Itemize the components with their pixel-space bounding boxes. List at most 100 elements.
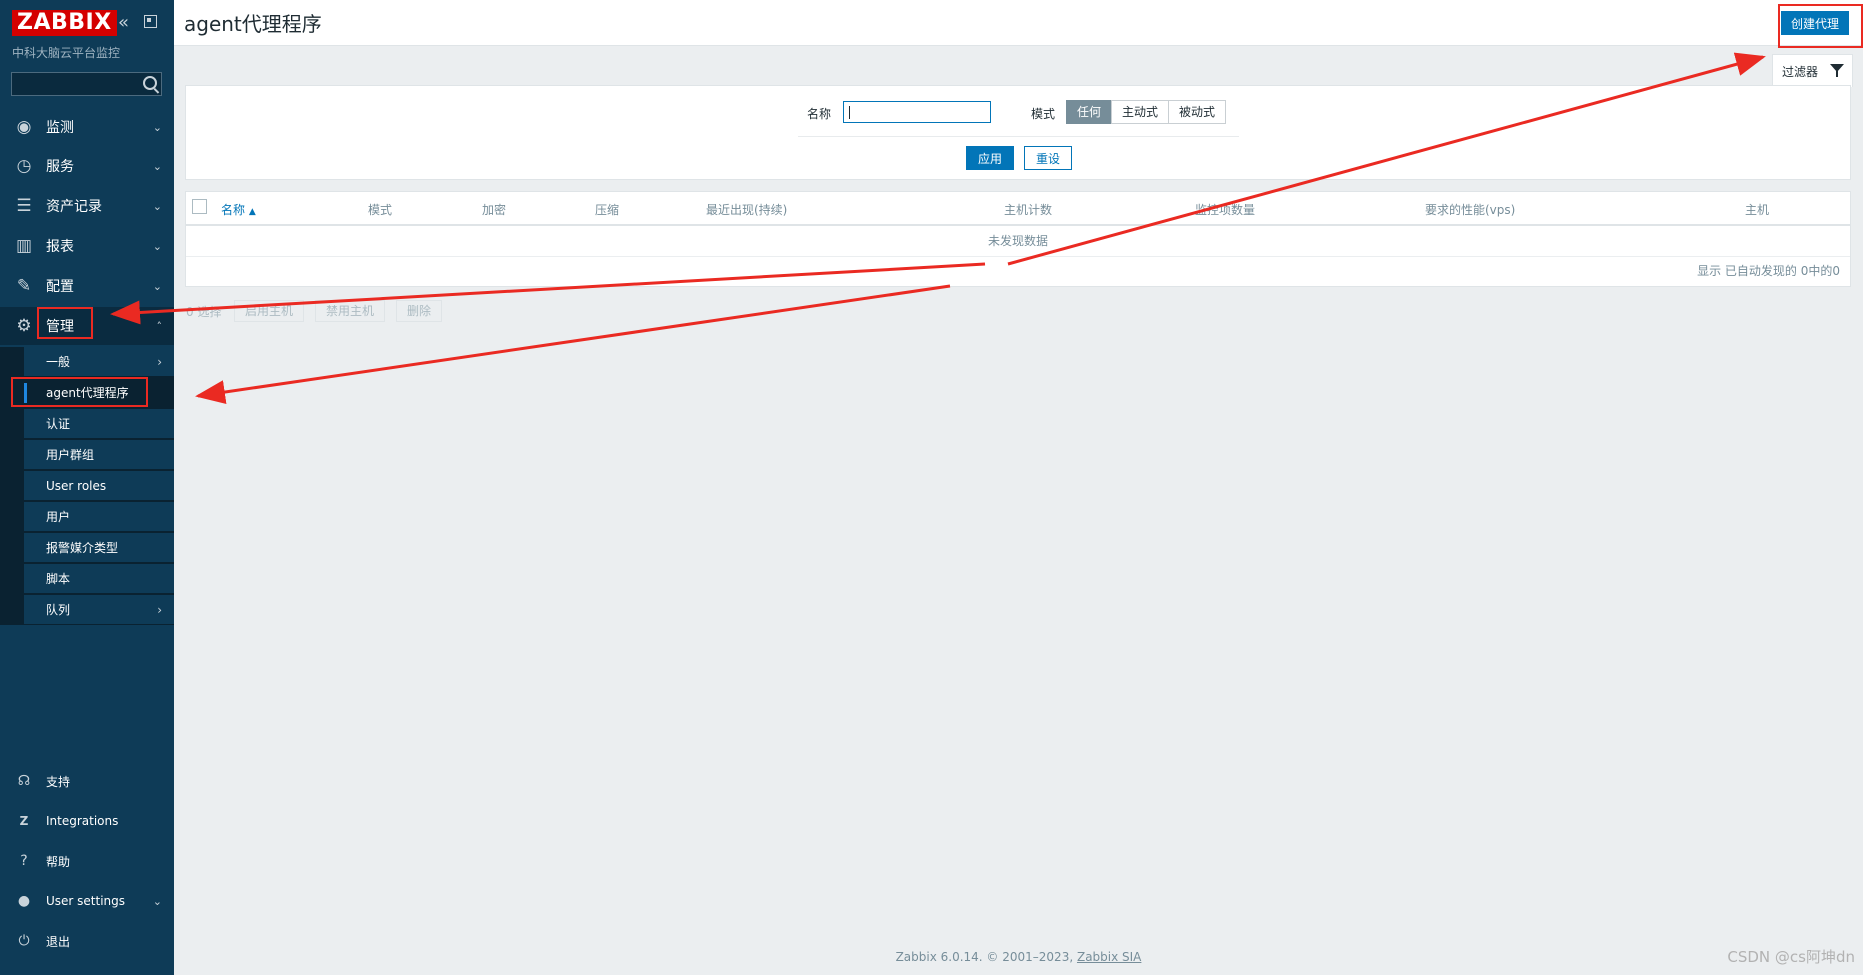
menu-item-user-settings[interactable]: ● User settings ⌄ <box>0 883 174 919</box>
enable-hosts-button[interactable]: 启用主机 <box>234 300 305 322</box>
gear-icon: ⚙ <box>16 316 32 336</box>
filter-divider <box>798 136 1239 137</box>
select-all-checkbox[interactable] <box>192 199 207 214</box>
submenu-item-proxies[interactable]: agent代理程序 <box>24 378 174 408</box>
page-footer: Zabbix 6.0.14. © 2001–2023, Zabbix SIA <box>174 950 1863 964</box>
submenu-item-user-roles[interactable]: User roles <box>24 471 174 501</box>
sidebar-search-input[interactable] <box>11 72 162 96</box>
menu-item-reports[interactable]: ▥ 报表 ⌄ <box>0 227 174 265</box>
column-header-last-seen: 最近出现(持续) <box>706 203 788 217</box>
submenu-item-general[interactable]: 一般 › <box>24 347 174 377</box>
proxy-table: 名称 ▲ 模式 加密 压缩 最近出现(持续) 主机计数 监控项数量 要求的性能(… <box>185 191 1851 287</box>
power-icon: ⏻ <box>18 933 30 949</box>
chevron-right-icon: › <box>157 355 162 369</box>
empty-table-message: 未发现数据 <box>186 226 1850 257</box>
logo-row: ZABBIX « <box>12 10 167 38</box>
delete-button[interactable]: 删除 <box>396 300 443 322</box>
eye-icon: ◉ <box>16 117 32 137</box>
filter-tab-label: 过滤器 <box>1782 65 1819 79</box>
table-summary: 显示 已自动发现的 0中的0 <box>1697 264 1840 278</box>
submenu-label: 报警媒介类型 <box>46 541 119 555</box>
footer-link[interactable]: Zabbix SIA <box>1077 950 1141 964</box>
list-icon: ☰ <box>16 196 32 216</box>
menu-label: 帮助 <box>46 854 71 869</box>
chevron-down-icon: ⌄ <box>152 279 162 293</box>
filter-panel: 名称 模式 任何 主动式 被动式 应用 重设 <box>185 85 1851 180</box>
menu-item-sign-out[interactable]: ⏻ 退出 <box>0 923 174 959</box>
page-header: agent代理程序 创建代理 <box>174 0 1863 46</box>
wrench-icon: ✎ <box>16 276 32 296</box>
mode-label: 模式 <box>1031 107 1056 121</box>
footer-text: Zabbix 6.0.14. © 2001–2023, <box>895 950 1077 964</box>
table-header: 名称 ▲ 模式 加密 压缩 最近出现(持续) 主机计数 监控项数量 要求的性能(… <box>186 192 1850 226</box>
submenu-item-scripts[interactable]: 脚本 <box>24 564 174 594</box>
submenu-item-queue[interactable]: 队列 › <box>24 595 174 625</box>
menu-label: 管理 <box>46 319 74 335</box>
menu-label: 配置 <box>46 279 74 295</box>
submenu-label: agent代理程序 <box>46 386 129 400</box>
mode-segmented-control: 任何 主动式 被动式 <box>1066 100 1227 124</box>
name-filter-input[interactable] <box>843 101 991 123</box>
administration-submenu: 一般 › agent代理程序 认证 用户群组 User roles 用户 报警媒介… <box>0 347 174 625</box>
mode-option-passive[interactable]: 被动式 <box>1168 100 1227 124</box>
submenu-item-media-types[interactable]: 报警媒介类型 <box>24 533 174 563</box>
sort-asc-icon: ▲ <box>248 207 256 217</box>
brand-subtitle: 中科大脑云平台监控 <box>12 46 121 60</box>
column-header-host-count: 主机计数 <box>1004 203 1053 217</box>
submenu-label: 一般 <box>46 355 71 369</box>
disable-hosts-button[interactable]: 禁用主机 <box>315 300 386 322</box>
user-icon: ● <box>17 893 31 909</box>
menu-item-services[interactable]: ◷ 服务 ⌄ <box>0 147 174 185</box>
menu-item-integrations[interactable]: Z Integrations <box>0 803 174 839</box>
bar-chart-icon: ▥ <box>15 236 33 256</box>
column-header-encryption: 加密 <box>482 203 507 217</box>
reset-button[interactable]: 重设 <box>1024 146 1072 170</box>
menu-label: 服务 <box>46 159 74 175</box>
column-header-name[interactable]: 名称 ▲ <box>221 201 256 218</box>
kiosk-mode-icon[interactable] <box>144 15 157 28</box>
watermark: CSDN @cs阿坤dn <box>1727 948 1855 966</box>
chevron-down-icon: ⌄ <box>152 239 162 253</box>
apply-button[interactable]: 应用 <box>966 146 1014 170</box>
menu-item-help[interactable]: ? 帮助 <box>0 843 174 879</box>
submenu-item-authentication[interactable]: 认证 <box>24 409 174 439</box>
submenu-item-users[interactable]: 用户 <box>24 502 174 532</box>
menu-item-inventory[interactable]: ☰ 资产记录 ⌄ <box>0 187 174 225</box>
submenu-label: 认证 <box>46 417 71 431</box>
submenu-label: 用户 <box>46 510 71 524</box>
menu-label: 退出 <box>46 934 71 949</box>
help-icon: ? <box>20 853 28 869</box>
mode-option-any[interactable]: 任何 <box>1066 100 1113 124</box>
menu-item-monitoring[interactable]: ◉ 监测 ⌄ <box>0 108 174 146</box>
page-title: agent代理程序 <box>184 12 322 36</box>
create-proxy-button[interactable]: 创建代理 <box>1781 11 1849 35</box>
menu-label: 资产记录 <box>46 199 102 215</box>
chevron-right-icon: › <box>157 603 162 617</box>
column-header-mode[interactable]: 模式 <box>368 201 392 218</box>
menu-label: 监测 <box>46 120 74 136</box>
menu-label: Integrations <box>46 814 119 828</box>
filter-tab[interactable]: 过滤器 <box>1772 54 1853 87</box>
name-label: 名称 <box>807 107 832 121</box>
menu-label: 报表 <box>46 239 74 255</box>
submenu-item-user-groups[interactable]: 用户群组 <box>24 440 174 470</box>
filter-icon <box>1830 64 1844 77</box>
column-header-item-count: 监控项数量 <box>1195 203 1256 217</box>
column-header-required-vps: 要求的性能(vps) <box>1425 203 1516 217</box>
menu-item-administration[interactable]: ⚙ 管理 ˄ <box>0 307 174 345</box>
collapse-sidebar-icon[interactable]: « <box>118 13 129 33</box>
headset-icon: ☊ <box>17 773 31 789</box>
chevron-up-icon: ˄ <box>156 319 163 333</box>
search-icon[interactable] <box>143 76 157 90</box>
mode-option-active[interactable]: 主动式 <box>1111 100 1170 124</box>
menu-item-configuration[interactable]: ✎ 配置 ⌄ <box>0 267 174 305</box>
menu-item-support[interactable]: ☊ 支持 <box>0 763 174 799</box>
chevron-down-icon: ⌄ <box>152 159 162 173</box>
chevron-down-icon: ⌄ <box>152 894 162 908</box>
selected-count: 0 选择 <box>186 305 222 319</box>
submenu-label: User roles <box>46 479 107 493</box>
clock-icon: ◷ <box>16 156 32 176</box>
zabbix-logo[interactable]: ZABBIX <box>12 10 117 36</box>
column-header-hosts: 主机 <box>1745 203 1770 217</box>
menu-label: 支持 <box>46 774 71 789</box>
